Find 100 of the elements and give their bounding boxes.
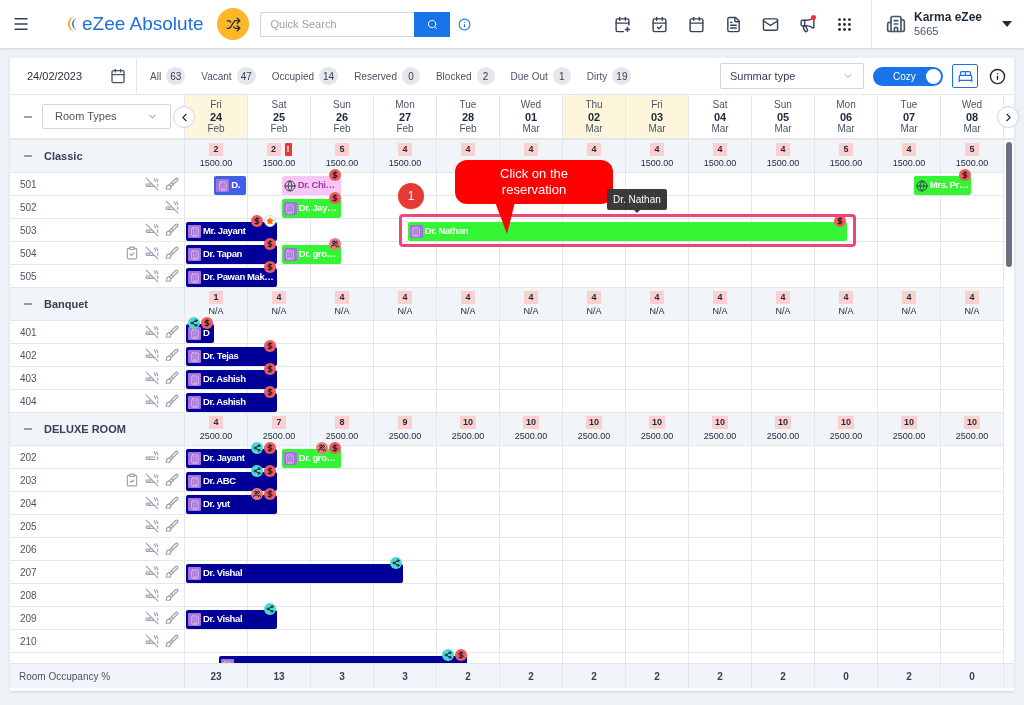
filter-chip[interactable]: Due Out 1 (510, 67, 571, 85)
occupancy-value: 3 (402, 669, 408, 684)
rate-text: N/A (712, 306, 728, 316)
calendar-icon[interactable] (110, 68, 126, 84)
occupancy-value: 2 (654, 669, 660, 684)
reservation-bar[interactable]: Dr. Jayant (186, 449, 278, 468)
guest-name: Dr. Vishal (203, 566, 243, 581)
invoice-icon[interactable] (725, 15, 742, 33)
guest-name: Dr. Pawan Mak… (203, 270, 274, 285)
occupancy-value: 13 (273, 669, 285, 684)
room-number: 502 (20, 200, 37, 215)
no-smoking-icon (145, 371, 159, 385)
globe-icon (283, 179, 296, 192)
rate-text: N/A (334, 306, 350, 316)
building-icon (188, 475, 201, 488)
no-smoking-icon (145, 565, 159, 579)
filter-chip[interactable]: Vacant 47 (201, 67, 256, 85)
filter-chip[interactable]: Occupied 14 (271, 67, 339, 85)
reservation-bar[interactable]: Dr. Vishal (186, 610, 278, 629)
search-button[interactable] (414, 11, 451, 37)
menu-button[interactable] (12, 15, 30, 33)
reservation-bar[interactable]: Dr. ABC (186, 472, 278, 491)
share-icon (441, 649, 454, 661)
scrollbar[interactable] (1006, 142, 1012, 267)
reservation-bar[interactable]: Dr. Ashish (186, 393, 278, 412)
availability-count: 4 (524, 143, 538, 156)
building-icon (188, 373, 201, 386)
info-icon[interactable] (989, 67, 1006, 85)
broom-icon (165, 246, 179, 260)
clipboard-check-icon (125, 473, 139, 487)
cozy-toggle[interactable]: Cozy (873, 66, 943, 86)
building-icon (216, 179, 230, 192)
rate-text: 2500.00 (829, 431, 863, 441)
no-smoking-icon (145, 634, 159, 648)
quick-search-field[interactable]: Quick Search (260, 11, 415, 37)
type-select[interactable]: Summar type (720, 63, 864, 89)
reservation-bar[interactable]: Dr. Ashish (186, 370, 278, 389)
occupancy-value: 0 (969, 669, 975, 684)
no-smoking-icon (145, 611, 159, 625)
reservation-bar[interactable]: Dr. yut (186, 495, 278, 514)
availability-count: 5 (965, 143, 979, 156)
reservation-bar[interactable]: Mr. Jayant (186, 222, 278, 241)
calendar-icon[interactable] (688, 15, 705, 33)
calendar-plus-icon[interactable] (614, 15, 631, 33)
availability-count: 10 (901, 416, 917, 429)
no-smoking-icon (145, 223, 159, 237)
reservation-bar[interactable]: Dr. Tejas (186, 347, 278, 366)
rate-text: N/A (208, 306, 224, 316)
room-types-select[interactable]: Room Types (42, 104, 171, 129)
no-smoking-icon (145, 269, 159, 283)
filter-chip[interactable]: Dirty 19 (586, 67, 632, 85)
caret-icon[interactable] (1002, 21, 1012, 27)
search-icon (427, 18, 438, 30)
reservation-bar[interactable]: Dr. Chi… (281, 176, 342, 195)
broom-icon (165, 371, 179, 385)
reservation-bar[interactable]: D. (214, 176, 246, 195)
mail-icon[interactable] (762, 15, 779, 33)
reservation-bar[interactable]: Dr. Tapan (186, 245, 278, 264)
occupancy-value: 2 (465, 669, 471, 684)
date-header-cell: Fri 03 Mar (626, 95, 689, 138)
availability-count: 4 (461, 143, 475, 156)
next-button[interactable] (997, 106, 1019, 128)
availability-count: 4 (587, 291, 601, 304)
calendar-check-icon[interactable] (651, 15, 668, 33)
occupancy-value: 2 (780, 669, 786, 684)
shuffle-button[interactable] (217, 8, 250, 40)
building-icon (188, 567, 201, 580)
guest-name: Dr. ABC (203, 474, 236, 489)
previous-button[interactable] (173, 106, 195, 128)
guest-name: D (203, 326, 210, 341)
building-icon (283, 202, 297, 215)
no-smoking-icon (145, 496, 159, 510)
broom-icon (165, 473, 179, 487)
availability-count: 4 (713, 143, 727, 156)
occupancy-value: 0 (843, 669, 849, 684)
room-number: 401 (20, 325, 37, 340)
guest-name: Dr. Ashish (203, 395, 246, 410)
rate-text: 1500.00 (892, 158, 926, 168)
rate-text: 2500.00 (640, 431, 674, 441)
rate-text: 2500.00 (451, 431, 485, 441)
filter-chip[interactable]: Reserved 0 (354, 67, 420, 85)
availability-count: 5 (839, 143, 853, 156)
clipboard-check-icon (125, 246, 139, 260)
reservation-bar[interactable]: Dr. Vishal (186, 564, 403, 583)
rate-text: 2500.00 (892, 431, 926, 441)
date-text[interactable]: 24/02/2023 (27, 67, 83, 85)
date-header-cell: Fri 24 Feb (185, 95, 248, 138)
room-number: 209 (20, 611, 37, 626)
apps-grid-icon[interactable] (836, 15, 853, 33)
property-name: Karma eZee (914, 10, 983, 24)
add-bed-button[interactable] (952, 64, 978, 88)
room-type-name: DELUXE ROOM (44, 421, 126, 437)
payment-due-icon (251, 215, 264, 227)
rate-text: 1500.00 (703, 158, 737, 168)
availability-count: 7 (272, 416, 286, 429)
filter-chip[interactable]: Blocked 2 (435, 67, 495, 85)
reservation-bar[interactable]: Dr. Pawan Mak… (186, 268, 278, 287)
rate-text: 2500.00 (325, 431, 359, 441)
building-icon (188, 248, 201, 261)
availability-count: 10 (649, 416, 665, 429)
